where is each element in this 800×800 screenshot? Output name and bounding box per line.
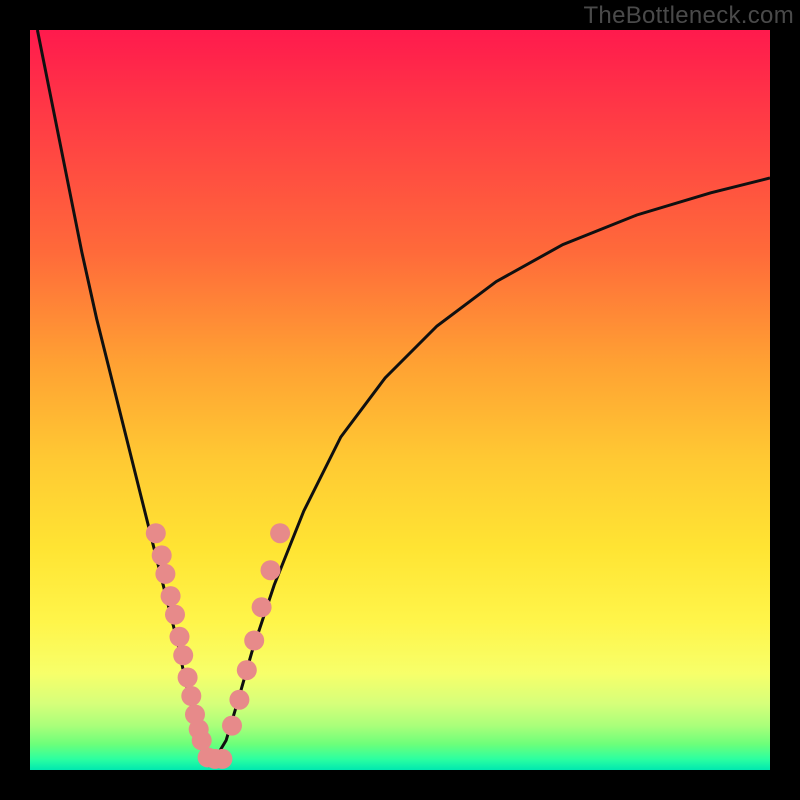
data-dot xyxy=(222,716,242,736)
chart-frame: TheBottleneck.com xyxy=(0,0,800,800)
data-dot xyxy=(212,749,232,769)
bottleneck-plot xyxy=(30,30,770,770)
data-dot xyxy=(192,730,212,750)
data-dot xyxy=(181,686,201,706)
right-branch-path xyxy=(208,178,770,766)
data-dot xyxy=(170,627,190,647)
data-dot xyxy=(237,660,257,680)
data-dot xyxy=(261,560,281,580)
data-dot xyxy=(244,631,264,651)
data-dot xyxy=(165,605,185,625)
curve-svg xyxy=(30,30,770,770)
data-dot xyxy=(152,545,172,565)
data-dot xyxy=(146,523,166,543)
data-dot xyxy=(252,597,272,617)
data-dot xyxy=(155,564,175,584)
data-dot xyxy=(178,668,198,688)
watermark-text: TheBottleneck.com xyxy=(583,2,794,30)
data-dot xyxy=(161,586,181,606)
data-dot xyxy=(173,645,193,665)
dot-cluster-group xyxy=(146,523,290,769)
data-dot xyxy=(229,690,249,710)
data-dot xyxy=(270,523,290,543)
